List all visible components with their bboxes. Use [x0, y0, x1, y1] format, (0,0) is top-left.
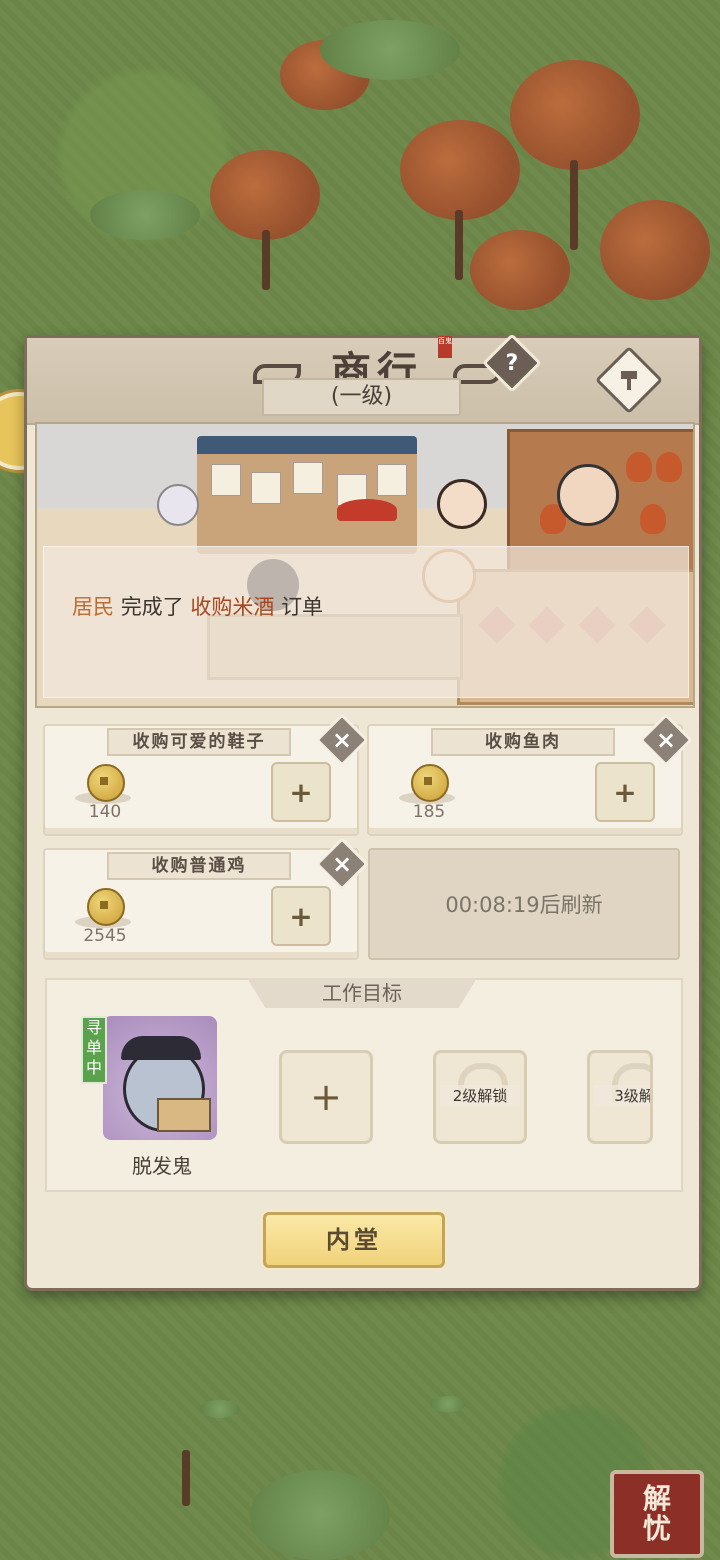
order-refresh-timer: 00:08:19后刷新 [368, 848, 680, 960]
seal-text: 百鬼 [438, 337, 452, 345]
tree-trunk [455, 210, 463, 280]
section-title: 工作目标 [247, 978, 477, 1008]
wine-jar [626, 452, 652, 482]
notification-item: 收购米酒 [190, 595, 275, 619]
wine-jar [640, 504, 666, 534]
notice-paper [251, 472, 281, 504]
upgrade-button[interactable] [595, 346, 663, 414]
relieve-worry-button[interactable]: 解 忧 [610, 1470, 704, 1558]
close-icon: × [331, 849, 353, 878]
bush [320, 20, 460, 80]
order-price: 185 [412, 802, 446, 822]
submit-order-button[interactable]: + [271, 762, 331, 822]
shopkeeper [557, 464, 619, 526]
close-icon: × [331, 725, 353, 754]
bush [250, 1470, 390, 1560]
book-icon [157, 1098, 211, 1132]
tree-trunk [570, 160, 578, 250]
order-price: 2545 [83, 926, 127, 946]
panel-header: 商行 ? (一级) [27, 333, 699, 425]
tree [210, 150, 320, 240]
unlock-requirement: 2级解锁 [440, 1085, 520, 1106]
order-title: 收购鱼肉 [431, 728, 615, 756]
question-icon: ? [505, 350, 519, 376]
notice-paper [293, 462, 323, 494]
notice-paper [377, 464, 407, 496]
worker-name: 脱发鬼 [132, 1154, 192, 1178]
notification-text: 居民 完成了 收购米酒 订单 [72, 591, 323, 621]
order-card: 收购普通鸡 2545 + [43, 848, 359, 960]
order-title: 收购可爱的鞋子 [107, 728, 291, 756]
copper-coin-icon [87, 888, 125, 926]
work-target-section: 工作目标 寻单中 脱发鬼 + 2级解锁 3级解 [45, 978, 683, 1192]
copper-coin-icon [411, 764, 449, 802]
customer [437, 479, 487, 529]
worker-status-badge: 寻单中 [81, 1016, 107, 1084]
tree [600, 200, 710, 300]
inner-hall-button[interactable]: 内堂 [263, 1212, 445, 1268]
bush [90, 190, 200, 240]
rock [200, 1400, 240, 1418]
wine-jar [656, 452, 682, 482]
corner-char-top: 解 [642, 1482, 671, 1515]
tree-trunk [262, 230, 270, 290]
copper-coin-icon [87, 764, 125, 802]
locked-slot: 2级解锁 [433, 1050, 527, 1144]
trading-house-panel: 商行 ? (一级) 居民 完成了 收购米酒 订单 收购可爱的鞋子 140 + ×… [24, 333, 702, 1291]
close-icon: × [655, 725, 677, 754]
add-worker-slot[interactable]: + [279, 1050, 373, 1144]
tree [400, 120, 520, 220]
hammer-icon [621, 371, 637, 390]
unlock-requirement: 3级解 [594, 1085, 650, 1106]
notification-actor: 居民 [72, 595, 114, 619]
notification-suffix: 订单 [281, 595, 324, 619]
notice-paper [211, 464, 241, 496]
order-notification-banner: 居民 完成了 收购米酒 订单 [43, 546, 689, 698]
order-price: 140 [88, 802, 122, 822]
tree [470, 230, 570, 310]
order-card: 收购鱼肉 185 + [367, 724, 683, 836]
corner-char-bottom: 忧 [642, 1512, 671, 1545]
tree [510, 60, 640, 170]
notification-action: 完成了 [120, 595, 184, 619]
level-label: (一级) [262, 378, 461, 416]
rock [430, 1396, 466, 1412]
ghost-figure [157, 484, 199, 526]
submit-order-button[interactable]: + [271, 886, 331, 946]
locked-slot: 3级解 [587, 1050, 653, 1144]
notice-board [197, 436, 417, 554]
seal-stamp: 百鬼 [438, 336, 452, 358]
order-card: 收购可爱的鞋子 140 + [43, 724, 359, 836]
worker-hat [121, 1036, 201, 1060]
red-hat [337, 499, 397, 521]
submit-order-button[interactable]: + [595, 762, 655, 822]
worker-portrait[interactable] [103, 1016, 217, 1140]
order-title: 收购普通鸡 [107, 852, 291, 880]
shop-scene-illustration: 居民 完成了 收购米酒 订单 [35, 422, 695, 708]
dead-tree [182, 1450, 190, 1506]
